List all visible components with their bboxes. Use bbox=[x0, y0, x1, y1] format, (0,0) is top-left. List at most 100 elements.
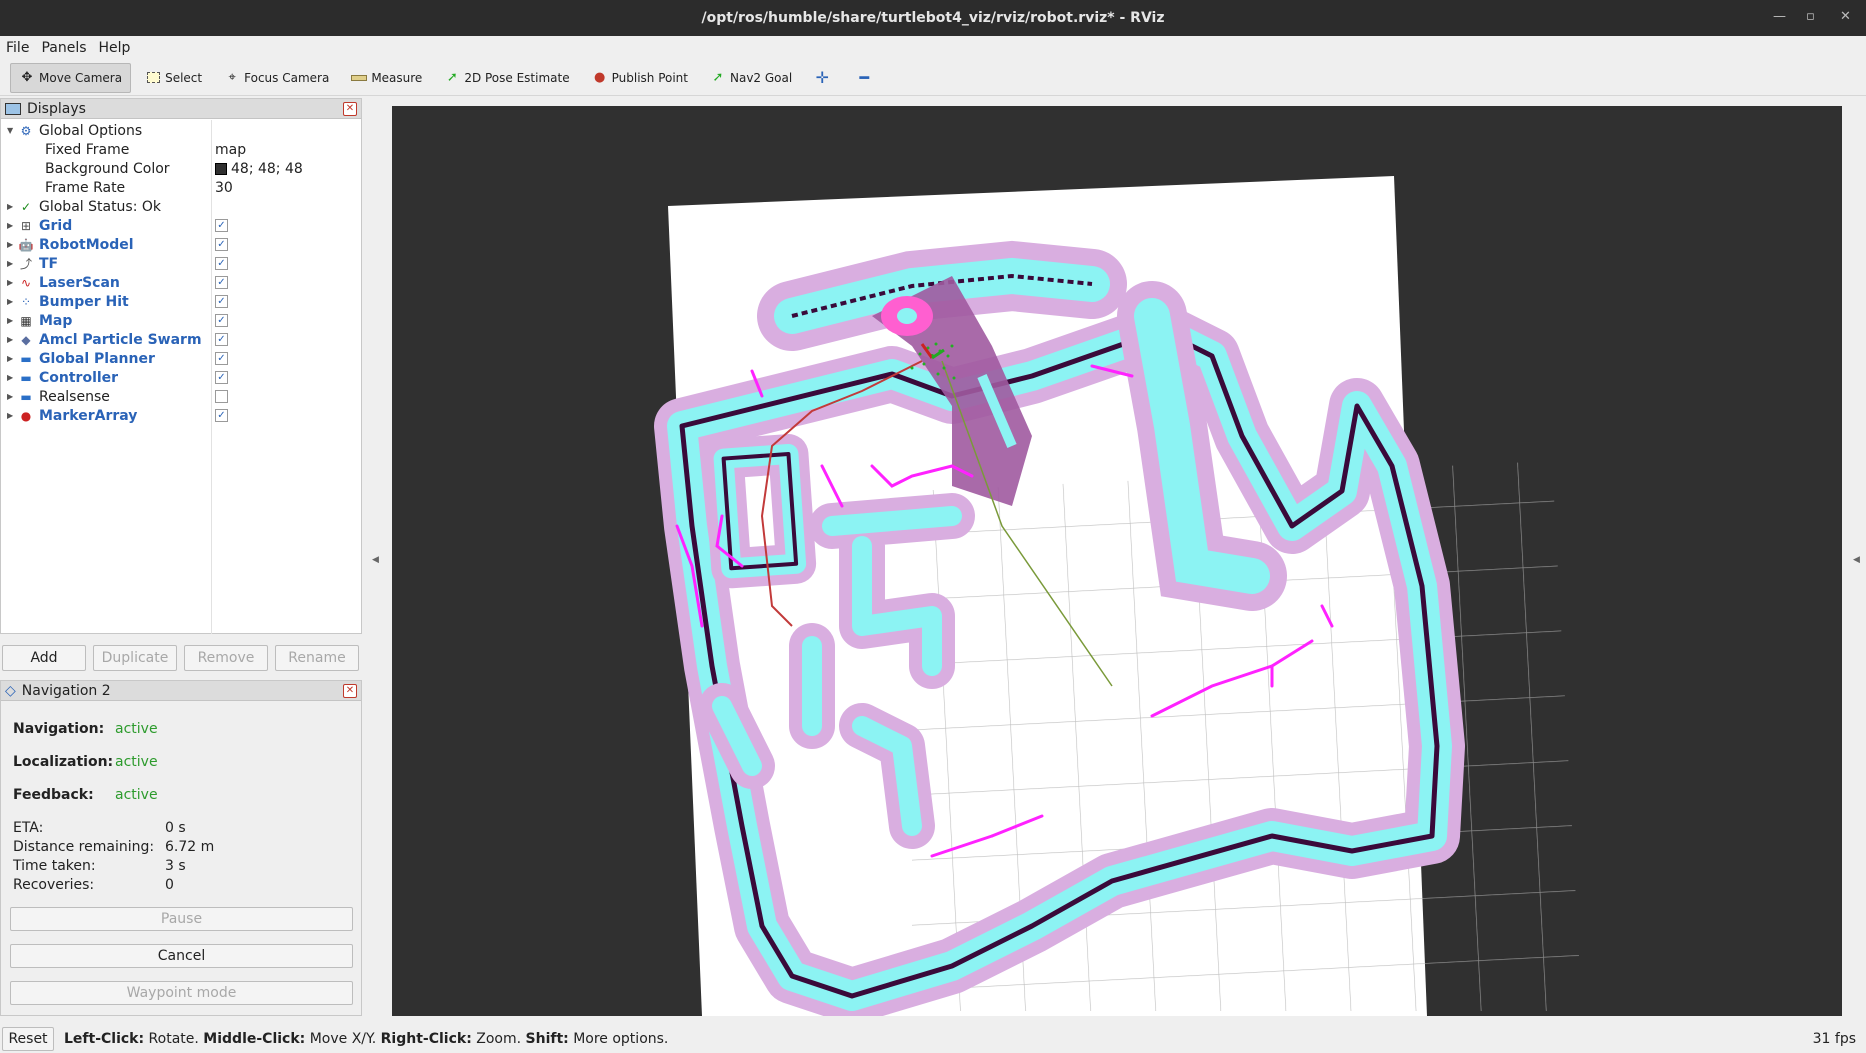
remove-tool-button[interactable]: ━ bbox=[848, 63, 884, 93]
display-enabled-checkbox[interactable]: ✓ bbox=[215, 314, 228, 327]
display-enabled-checkbox[interactable]: ✓ bbox=[215, 276, 228, 289]
expand-arrow-icon[interactable]: ▶ bbox=[7, 202, 17, 211]
display-item-label: MarkerArray bbox=[39, 407, 138, 424]
middle-click-val: Move X/Y. bbox=[309, 1030, 377, 1047]
display-item-label: Map bbox=[39, 312, 73, 329]
nav2-goal-button[interactable]: ➚ Nav2 Goal bbox=[702, 63, 800, 93]
display-item-robotmodel[interactable]: ▶ 🤖 RobotModel ✓ bbox=[1, 235, 363, 254]
display-item-bumper-hit[interactable]: ▶ ⁘ Bumper Hit ✓ bbox=[1, 292, 363, 311]
help-text: Left-Click: Rotate. Middle-Click: Move X… bbox=[64, 1031, 668, 1047]
display-enabled-checkbox[interactable]: ✓ bbox=[215, 295, 228, 308]
display-item-map[interactable]: ▶ ▦ Map ✓ bbox=[1, 311, 363, 330]
display-item-markerarray[interactable]: ▶ ● MarkerArray ✓ bbox=[1, 406, 363, 425]
pause-button[interactable]: Pause bbox=[10, 907, 353, 931]
render-viewport[interactable] bbox=[392, 106, 1842, 1016]
collapse-left-icon[interactable]: ◀ bbox=[372, 555, 379, 565]
monitor-icon bbox=[5, 102, 21, 115]
displays-title: Displays bbox=[27, 100, 86, 117]
tree-row-background-color[interactable]: Background Color 48; 48; 48 bbox=[1, 159, 363, 178]
nav2-panel: ◇ Navigation 2 ✕ Navigation: active Loca… bbox=[0, 680, 362, 1016]
add-tool-button[interactable]: ✛ bbox=[806, 63, 842, 93]
move-camera-label: Move Camera bbox=[39, 70, 123, 85]
cancel-button[interactable]: Cancel bbox=[10, 944, 353, 968]
pose-estimate-button[interactable]: ➚ 2D Pose Estimate bbox=[436, 63, 577, 93]
display-item-label: Bumper Hit bbox=[39, 293, 129, 310]
waypoint-mode-button[interactable]: Waypoint mode bbox=[10, 981, 353, 1005]
localization-status-row: Localization: active bbox=[13, 754, 158, 770]
expand-arrow-icon[interactable]: ▶ bbox=[7, 316, 17, 325]
move-camera-button[interactable]: ✥ Move Camera bbox=[10, 62, 132, 93]
display-enabled-checkbox[interactable]: ✓ bbox=[215, 238, 228, 251]
laser-scan-icon: ∿ bbox=[20, 275, 32, 290]
display-item-label: LaserScan bbox=[39, 274, 120, 291]
pose-estimate-label: 2D Pose Estimate bbox=[464, 70, 570, 85]
select-button[interactable]: Select bbox=[137, 63, 210, 93]
maximize-icon[interactable]: ▫ bbox=[1806, 9, 1815, 24]
publish-point-button[interactable]: ● Publish Point bbox=[584, 63, 696, 93]
feedback-label: Feedback: bbox=[13, 787, 94, 803]
focus-camera-button[interactable]: ⌖ Focus Camera bbox=[216, 63, 337, 93]
fixed-frame-label: Fixed Frame bbox=[45, 141, 130, 158]
display-item-label: Controller bbox=[39, 369, 119, 386]
display-enabled-checkbox[interactable]: ✓ bbox=[215, 219, 228, 232]
expand-arrow-icon[interactable]: ▶ bbox=[7, 240, 17, 249]
right-click-key: Right-Click: bbox=[380, 1030, 472, 1047]
menu-file[interactable]: File bbox=[6, 40, 29, 56]
display-enabled-checkbox[interactable]: ✓ bbox=[215, 333, 228, 346]
navigation-label: Navigation: bbox=[13, 721, 105, 737]
frame-rate-value[interactable]: 30 bbox=[215, 180, 233, 196]
display-item-controller[interactable]: ▶ ▬ Controller ✓ bbox=[1, 368, 363, 387]
expand-arrow-icon[interactable]: ▶ bbox=[7, 411, 17, 420]
background-color-value[interactable]: 48; 48; 48 bbox=[215, 161, 303, 177]
recoveries-value: 0 bbox=[165, 877, 174, 893]
remove-display-button[interactable]: Remove bbox=[184, 645, 268, 671]
expand-arrow-icon[interactable]: ▶ bbox=[7, 335, 17, 344]
expand-arrow-icon[interactable]: ▶ bbox=[7, 392, 17, 401]
fixed-frame-value[interactable]: map bbox=[215, 142, 246, 158]
display-enabled-checkbox[interactable] bbox=[215, 390, 228, 403]
nav2-goal-label: Nav2 Goal bbox=[730, 70, 793, 85]
tree-row-global-status[interactable]: ▶ ✓ Global Status: Ok bbox=[1, 197, 363, 216]
expand-arrow-icon[interactable]: ▶ bbox=[7, 259, 17, 268]
gear-icon: ⚙ bbox=[20, 123, 32, 138]
measure-button[interactable]: Measure bbox=[343, 63, 430, 93]
move-camera-icon: ✥ bbox=[21, 70, 33, 85]
display-enabled-checkbox[interactable]: ✓ bbox=[215, 352, 228, 365]
display-item-laserscan[interactable]: ▶ ∿ LaserScan ✓ bbox=[1, 273, 363, 292]
status-bar: Reset Left-Click: Rotate. Middle-Click: … bbox=[0, 1024, 1866, 1053]
rename-display-button[interactable]: Rename bbox=[275, 645, 359, 671]
display-enabled-checkbox[interactable]: ✓ bbox=[215, 257, 228, 270]
expand-arrow-icon[interactable]: ▶ bbox=[7, 278, 17, 287]
close-displays-icon[interactable]: ✕ bbox=[343, 102, 357, 116]
display-item-realsense[interactable]: ▶ ▬ Realsense bbox=[1, 387, 363, 406]
tree-row-global-options[interactable]: ▼ ⚙ Global Options bbox=[1, 121, 363, 140]
display-item-global-planner[interactable]: ▶ ▬ Global Planner ✓ bbox=[1, 349, 363, 368]
expand-arrow-icon[interactable]: ▶ bbox=[7, 354, 17, 363]
close-nav2-icon[interactable]: ✕ bbox=[343, 684, 357, 698]
close-window-icon[interactable]: ✕ bbox=[1840, 9, 1851, 24]
expand-arrow-icon[interactable]: ▼ bbox=[7, 126, 17, 135]
display-enabled-checkbox[interactable]: ✓ bbox=[215, 371, 228, 384]
global-options-label: Global Options bbox=[39, 122, 143, 139]
reset-button[interactable]: Reset bbox=[2, 1026, 54, 1051]
minimize-icon[interactable]: — bbox=[1773, 9, 1786, 24]
background-color-text: 48; 48; 48 bbox=[231, 160, 303, 177]
menu-help[interactable]: Help bbox=[99, 40, 131, 56]
display-enabled-checkbox[interactable]: ✓ bbox=[215, 409, 228, 422]
expand-arrow-icon[interactable]: ▶ bbox=[7, 297, 17, 306]
menu-panels[interactable]: Panels bbox=[41, 40, 86, 56]
add-display-button[interactable]: Add bbox=[2, 645, 86, 671]
expand-arrow-icon[interactable]: ▶ bbox=[7, 373, 17, 382]
display-item-tf[interactable]: ▶ ⤴ TF ✓ bbox=[1, 254, 363, 273]
measure-label: Measure bbox=[371, 70, 423, 85]
time-taken-label: Time taken: bbox=[13, 858, 96, 874]
duplicate-display-button[interactable]: Duplicate bbox=[93, 645, 177, 671]
minus-icon: ━ bbox=[859, 68, 870, 87]
collapse-right-icon[interactable]: ◀ bbox=[1853, 555, 1860, 565]
tree-row-fixed-frame[interactable]: Fixed Frame map bbox=[1, 140, 363, 159]
display-item-amcl-particle-swarm[interactable]: ▶ ◆ Amcl Particle Swarm ✓ bbox=[1, 330, 363, 349]
select-icon bbox=[145, 70, 161, 86]
display-item-grid[interactable]: ▶ ⊞ Grid ✓ bbox=[1, 216, 363, 235]
expand-arrow-icon[interactable]: ▶ bbox=[7, 221, 17, 230]
tree-row-frame-rate[interactable]: Frame Rate 30 bbox=[1, 178, 363, 197]
